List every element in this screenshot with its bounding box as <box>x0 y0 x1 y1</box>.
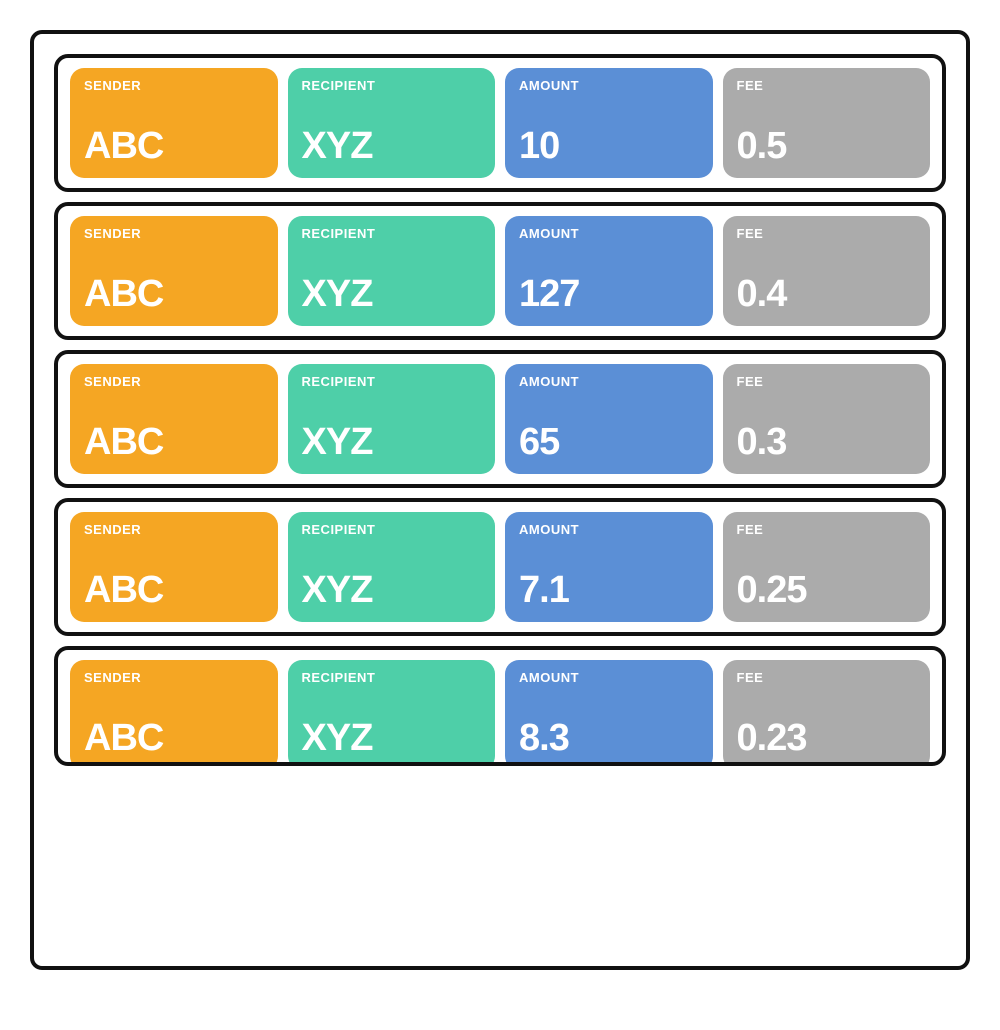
fee-label: FEE <box>737 78 917 93</box>
sender-value: ABC <box>84 273 264 316</box>
cell-amount: AMOUNT 65 <box>505 364 713 474</box>
cell-amount: AMOUNT 8.3 <box>505 660 713 766</box>
cell-fee: FEE 0.23 <box>723 660 931 766</box>
recipient-label: RECIPIENT <box>302 374 482 389</box>
fee-value: 0.3 <box>737 421 917 464</box>
recipient-value: XYZ <box>302 273 482 316</box>
transaction-row: SENDER ABC RECIPIENT XYZ AMOUNT 10 FEE 0.5 <box>54 54 946 192</box>
cell-fee: FEE 0.25 <box>723 512 931 622</box>
recipient-value: XYZ <box>302 717 482 760</box>
recipient-label: RECIPIENT <box>302 226 482 241</box>
sender-label: SENDER <box>84 522 264 537</box>
recipient-label: RECIPIENT <box>302 670 482 685</box>
fee-value: 0.4 <box>737 273 917 316</box>
cell-fee: FEE 0.5 <box>723 68 931 178</box>
fee-label: FEE <box>737 374 917 389</box>
amount-label: AMOUNT <box>519 226 699 241</box>
amount-value: 10 <box>519 125 699 168</box>
transactions-container: SENDERABCRECIPIENTXYZAMOUNT10FEE0.5SENDE… <box>30 30 970 970</box>
cell-amount: AMOUNT 127 <box>505 216 713 326</box>
sender-value: ABC <box>84 125 264 168</box>
amount-value: 8.3 <box>519 717 699 760</box>
amount-value: 7.1 <box>519 569 699 612</box>
cell-sender: SENDER ABC <box>70 364 278 474</box>
recipient-value: XYZ <box>302 569 482 612</box>
fee-value: 0.5 <box>737 125 917 168</box>
cell-sender: SENDER ABC <box>70 512 278 622</box>
amount-label: AMOUNT <box>519 522 699 537</box>
transaction-row: SENDER ABC RECIPIENT XYZ AMOUNT 127 FEE 0.4 <box>54 202 946 340</box>
fee-value: 0.23 <box>737 717 917 760</box>
sender-label: SENDER <box>84 670 264 685</box>
transaction-row: SENDER ABC RECIPIENT XYZ AMOUNT 65 FEE 0.3 <box>54 350 946 488</box>
cell-sender: SENDER ABC <box>70 660 278 766</box>
cell-recipient: RECIPIENT XYZ <box>288 216 496 326</box>
transaction-row: SENDER ABC RECIPIENT XYZ AMOUNT 7.1 FEE 0.25 <box>54 498 946 636</box>
fee-label: FEE <box>737 522 917 537</box>
cell-recipient: RECIPIENT XYZ <box>288 68 496 178</box>
fee-label: FEE <box>737 226 917 241</box>
cell-sender: SENDER ABC <box>70 68 278 178</box>
amount-value: 65 <box>519 421 699 464</box>
sender-value: ABC <box>84 717 264 760</box>
sender-value: ABC <box>84 569 264 612</box>
fee-value: 0.25 <box>737 569 917 612</box>
amount-label: AMOUNT <box>519 78 699 93</box>
sender-label: SENDER <box>84 374 264 389</box>
sender-label: SENDER <box>84 226 264 241</box>
amount-label: AMOUNT <box>519 670 699 685</box>
cell-recipient: RECIPIENT XYZ <box>288 660 496 766</box>
amount-label: AMOUNT <box>519 374 699 389</box>
cell-fee: FEE 0.4 <box>723 216 931 326</box>
cell-amount: AMOUNT 7.1 <box>505 512 713 622</box>
recipient-value: XYZ <box>302 125 482 168</box>
cell-recipient: RECIPIENT XYZ <box>288 512 496 622</box>
sender-value: ABC <box>84 421 264 464</box>
amount-value: 127 <box>519 273 699 316</box>
cell-amount: AMOUNT 10 <box>505 68 713 178</box>
cell-recipient: RECIPIENT XYZ <box>288 364 496 474</box>
recipient-label: RECIPIENT <box>302 522 482 537</box>
recipient-value: XYZ <box>302 421 482 464</box>
transaction-row: SENDER ABC RECIPIENT XYZ AMOUNT 8.3 FEE 0.23 <box>54 646 946 766</box>
recipient-label: RECIPIENT <box>302 78 482 93</box>
cell-sender: SENDER ABC <box>70 216 278 326</box>
fee-label: FEE <box>737 670 917 685</box>
sender-label: SENDER <box>84 78 264 93</box>
cell-fee: FEE 0.3 <box>723 364 931 474</box>
